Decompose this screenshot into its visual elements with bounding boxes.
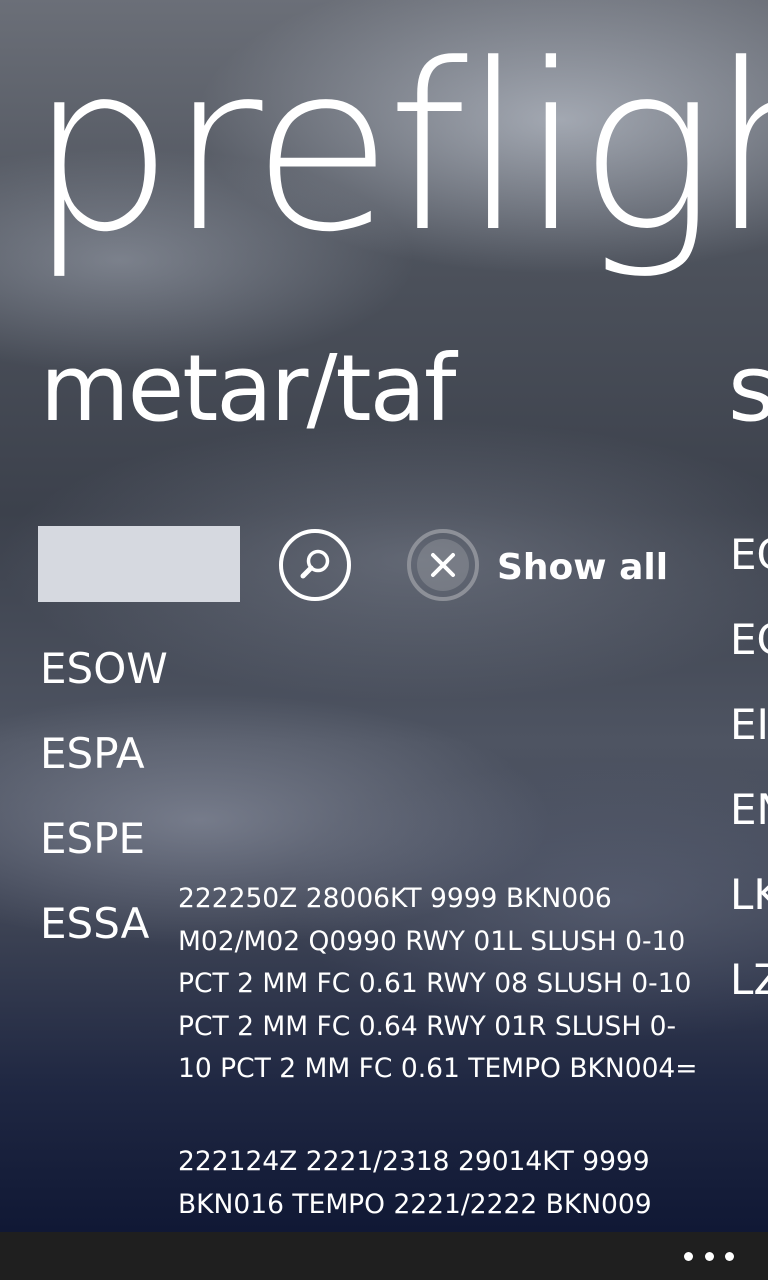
next-pivot-station-item[interactable]: LZ	[730, 937, 768, 1022]
station-list: ESOW ESPA ESPE ESSA	[40, 626, 168, 966]
station-item-espa[interactable]: ESPA	[40, 711, 168, 796]
more-dot	[725, 1251, 734, 1261]
search-button[interactable]	[279, 529, 351, 601]
more-dot	[704, 1251, 714, 1261]
search-icon	[300, 549, 330, 579]
metar-report: 222250Z 28006KT 9999 BKN006 M02/M02 Q099…	[178, 883, 698, 1084]
next-pivot-station-item[interactable]: EN	[730, 767, 768, 852]
pivot-header-next[interactable]: s	[728, 334, 768, 444]
show-all-button[interactable]	[407, 529, 479, 601]
next-pivot-station-item[interactable]: EG	[730, 512, 768, 597]
station-item-espe[interactable]: ESPE	[40, 796, 168, 881]
taf-report: 222124Z 2221/2318 29014KT 9999 BKN016 TE…	[178, 1146, 652, 1220]
station-item-essa[interactable]: ESSA	[40, 881, 168, 966]
search-input[interactable]	[38, 526, 240, 602]
next-pivot-station-item[interactable]: EG	[730, 597, 768, 682]
next-pivot-station-item[interactable]: EI	[730, 682, 768, 767]
app-bar	[0, 1232, 768, 1280]
next-pivot-station-list: EG EG EI EN LK LZ	[730, 512, 768, 1022]
next-pivot-station-item[interactable]: LK	[730, 852, 768, 937]
more-dot	[684, 1251, 693, 1261]
close-icon	[417, 539, 469, 591]
app-page: preflight metar/taf s Show all ESOW ESPA…	[0, 0, 768, 1280]
app-title: preflight	[28, 16, 768, 283]
more-icon[interactable]	[684, 1244, 734, 1268]
show-all-label[interactable]: Show all	[497, 542, 668, 594]
station-item-esow[interactable]: ESOW	[40, 626, 168, 711]
pivot-header-metar-taf[interactable]: metar/taf	[40, 334, 456, 444]
